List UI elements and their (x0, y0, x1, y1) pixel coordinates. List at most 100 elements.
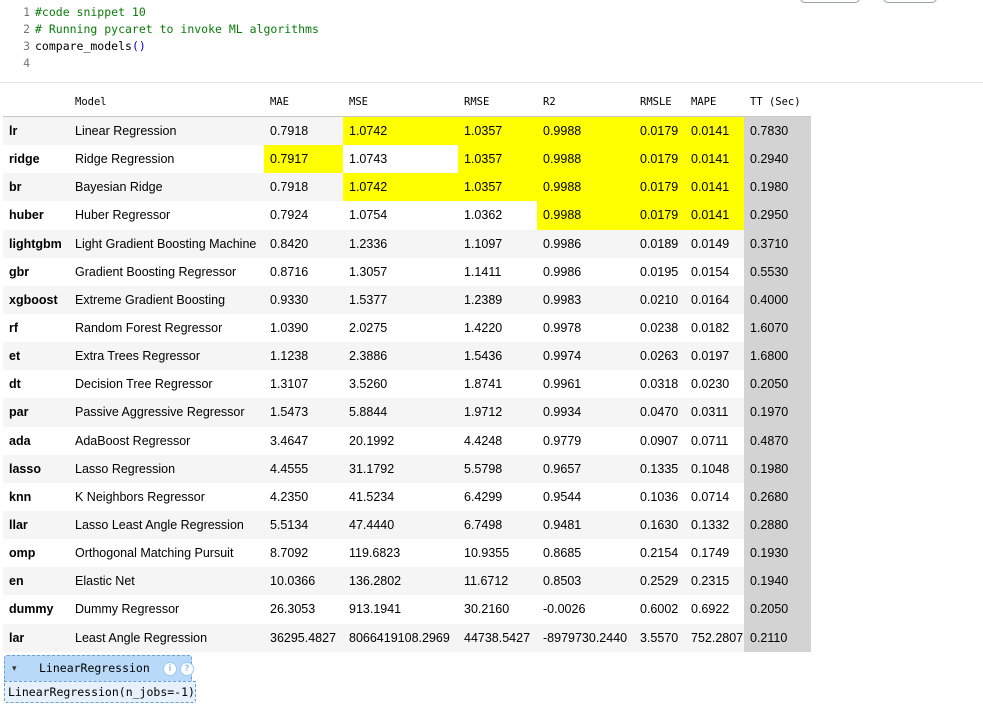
cell-tt: 0.2940 (744, 145, 811, 174)
cell-rmse: 1.8741 (458, 370, 537, 399)
info-icon[interactable]: i (163, 662, 177, 676)
cell-tt: 0.2950 (744, 201, 811, 230)
cell-mse: 3.5260 (343, 370, 458, 399)
cell-mse: 1.0743 (343, 145, 458, 174)
cell-rmse: 10.9355 (458, 539, 537, 568)
cell-model: Elastic Net (69, 567, 264, 596)
cell-model: Light Gradient Boosting Machine (69, 229, 264, 258)
cell-r2: 0.9986 (537, 229, 634, 258)
column-header-mse: MSE (343, 88, 458, 117)
column-header-model: Model (69, 88, 264, 117)
cell-mae: 0.7918 (264, 116, 343, 146)
cell-rmsle: 0.0318 (634, 370, 685, 399)
cell-model: Random Forest Regressor (69, 313, 264, 343)
cell-mse: 1.0742 (343, 116, 458, 146)
cell-mse: 2.3886 (343, 342, 458, 371)
cell-tt: 0.1940 (744, 567, 811, 596)
cell-mse: 1.3057 (343, 257, 458, 286)
cell-r2: 0.9657 (537, 454, 634, 483)
cell-r2: 0.9961 (537, 370, 634, 399)
table-row: gbr Gradient Boosting Regressor 0.8716 1.30… (3, 257, 811, 286)
row-index-label: et (3, 342, 69, 371)
estimator-title[interactable]: LinearRegression (39, 661, 150, 675)
cell-mape: 0.0230 (685, 370, 744, 399)
cell-mae: 0.8716 (264, 257, 343, 286)
cell-mse: 31.1792 (343, 454, 458, 483)
cell-rmsle: 0.2154 (634, 539, 685, 568)
cell-mae: 0.9330 (264, 285, 343, 314)
cell-rmse: 1.0357 (458, 173, 537, 202)
table-header-row: Model MAE MSE RMSE R2 RMSLE MAPE TT (Sec… (3, 88, 811, 117)
cell-tt: 0.7830 (744, 116, 811, 146)
cell-mape: 0.0714 (685, 482, 744, 511)
cell-model: Least Angle Regression (69, 623, 264, 652)
table-row: lasso Lasso Regression 4.4555 31.1792 5.5798… (3, 454, 811, 483)
cell-rmse: 6.4299 (458, 482, 537, 511)
line-number: 1 (23, 5, 30, 19)
cell-mape: 0.0141 (685, 116, 744, 146)
cell-r2: 0.8503 (537, 567, 634, 596)
cell-r2: -8979730.2440 (537, 623, 634, 652)
estimator-header[interactable]: ▾ LinearRegression i ? (4, 655, 194, 681)
cell-r2: 0.9481 (537, 510, 634, 540)
row-index-label: lr (3, 116, 69, 146)
code-comment: # Running pycaret to invoke ML algorithm… (35, 22, 319, 36)
cell-rmse: 1.0362 (458, 201, 537, 230)
cell-tt: 0.2050 (744, 370, 811, 399)
help-icon[interactable]: ? (180, 662, 194, 676)
cell-rmse: 1.4220 (458, 313, 537, 343)
cell-tt: 0.4000 (744, 285, 811, 314)
cell-rmse: 1.1097 (458, 229, 537, 258)
cell-rmse: 5.5798 (458, 454, 537, 483)
cell-rmse: 11.6712 (458, 567, 537, 596)
output-area: Model MAE MSE RMSE R2 RMSLE MAPE TT (Sec… (3, 88, 811, 652)
cell-tt: 0.1980 (744, 173, 811, 202)
estimator-widget[interactable]: ▾ LinearRegression i ? LinearRegression(… (4, 655, 196, 703)
row-index-label: br (3, 173, 69, 202)
cell-model: Lasso Regression (69, 454, 264, 483)
table-row: ada AdaBoost Regressor 3.4647 20.1992 4.4248… (3, 426, 811, 455)
line-number: 4 (23, 56, 30, 70)
row-index-label: dummy (3, 595, 69, 624)
cell-model: Extra Trees Regressor (69, 342, 264, 371)
results-table-body: lr Linear Regression 0.7918 1.0742 1.0357 0.9… (3, 116, 811, 652)
table-row: et Extra Trees Regressor 1.1238 2.3886 1.543… (3, 342, 811, 371)
row-index-label: knn (3, 482, 69, 511)
cell-model: Bayesian Ridge (69, 173, 264, 202)
row-index-label: ridge (3, 145, 69, 174)
cell-r2: 0.9974 (537, 342, 634, 371)
chevron-down-icon[interactable]: ▾ (12, 663, 17, 674)
column-header-index (3, 88, 69, 117)
row-index-label: huber (3, 201, 69, 230)
cell-rmsle: 0.1630 (634, 510, 685, 540)
cell-r2: 0.9988 (537, 173, 634, 202)
cell-rmsle: 0.0179 (634, 173, 685, 202)
cell-model: Huber Regressor (69, 201, 264, 230)
estimator-repr: LinearRegression(n_jobs=-1) (8, 685, 195, 699)
cell-mape: 0.1749 (685, 539, 744, 568)
cell-mae: 10.0366 (264, 567, 343, 596)
cell-mse: 2.0275 (343, 313, 458, 343)
row-index-label: xgboost (3, 285, 69, 314)
cell-r2: 0.9988 (537, 145, 634, 174)
cell-model: Ridge Regression (69, 145, 264, 174)
column-header-mae: MAE (264, 88, 343, 117)
cell-mse: 20.1992 (343, 426, 458, 455)
cell-r2: 0.8685 (537, 539, 634, 568)
cell-mae: 1.0390 (264, 313, 343, 343)
cell-mape: 0.0141 (685, 145, 744, 174)
table-row: ridge Ridge Regression 0.7917 1.0743 1.0357 0… (3, 145, 811, 174)
cell-mape: 0.2315 (685, 567, 744, 596)
cell-rmse: 44738.5427 (458, 623, 537, 652)
cell-mae: 5.5134 (264, 510, 343, 540)
cell-rmsle: 0.1335 (634, 454, 685, 483)
table-row: en Elastic Net 10.0366 136.2802 11.6712 0.850… (3, 567, 811, 596)
table-row: omp Orthogonal Matching Pursuit 8.7092 119.… (3, 539, 811, 568)
cell-model: Orthogonal Matching Pursuit (69, 539, 264, 568)
cell-model: Decision Tree Regressor (69, 370, 264, 399)
cell-r2: 0.9988 (537, 201, 634, 230)
cell-mse: 1.0754 (343, 201, 458, 230)
cell-model: AdaBoost Regressor (69, 426, 264, 455)
code-cell[interactable]: 1 #code snippet 10 2 # Running pycaret to … (0, 0, 983, 83)
cell-rmsle: 0.0189 (634, 229, 685, 258)
